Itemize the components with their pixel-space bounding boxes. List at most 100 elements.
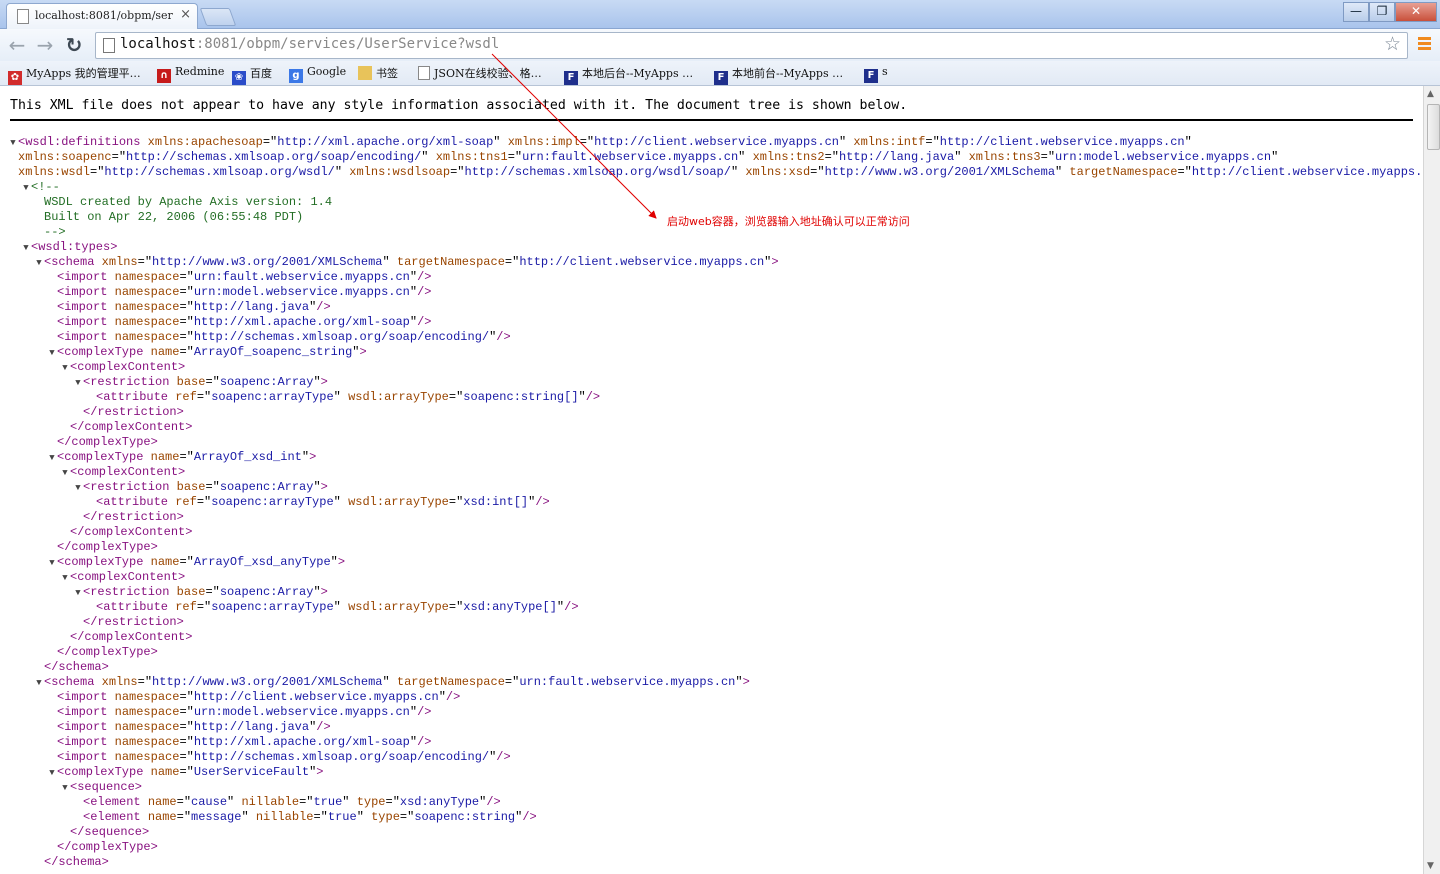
bookmark-item[interactable]: ∩ Redmine — [157, 65, 224, 83]
window-minimize-button[interactable]: — — [1343, 2, 1369, 22]
bookmark-item[interactable]: 书签 — [358, 65, 398, 81]
xml-token: =" — [925, 135, 940, 149]
xml-line: <import namespace="http://lang.java"/> — [8, 720, 1418, 735]
xml-token: <attribute — [96, 495, 169, 509]
collapse-arrow-icon[interactable]: ▼ — [47, 556, 57, 571]
browser-menu-icon[interactable] — [1418, 37, 1431, 52]
collapse-arrow-icon[interactable]: ▼ — [21, 181, 31, 196]
collapse-arrow-icon[interactable]: ▼ — [21, 241, 31, 256]
xml-token: xsd:anyType[] — [463, 600, 557, 614]
xml-token: UserServiceFault — [193, 765, 310, 779]
collapse-arrow-icon[interactable]: ▼ — [60, 466, 70, 481]
collapse-arrow-icon[interactable]: ▼ — [60, 361, 70, 376]
collapse-arrow-icon[interactable]: ▼ — [34, 256, 44, 271]
xml-token: > — [320, 585, 328, 599]
xml-token: </restriction> — [83, 510, 184, 524]
xml-token: ArrayOf_xsd_anyType — [193, 555, 331, 569]
collapse-arrow-icon[interactable]: ▼ — [47, 346, 57, 361]
xml-token: soapenc:arrayType — [211, 600, 334, 614]
page-icon — [103, 38, 115, 53]
vertical-scrollbar[interactable]: ▲ ▼ — [1423, 86, 1440, 874]
bookmark-item[interactable]: F 本地后台--MyApps … — [564, 65, 693, 85]
reload-button[interactable]: ↻ — [62, 33, 86, 57]
xml-line: ▼ <schema xmlns="http://www.w3.org/2001/X… — [8, 675, 1418, 690]
xml-token: =" — [504, 255, 520, 269]
bookmark-item[interactable]: JSON在线校验、格… — [418, 65, 542, 81]
xml-token: base — [176, 585, 206, 599]
bookmark-item[interactable]: Fs — [864, 65, 888, 83]
xml-token: true — [313, 795, 343, 809]
xml-token: =" — [179, 720, 194, 734]
xml-token: http://schemas.xmlsoap.org/wsdl/ — [104, 165, 335, 179]
xml-token: " — [738, 150, 753, 164]
collapse-arrow-icon[interactable]: ▼ — [73, 586, 83, 601]
xml-token: =" — [205, 585, 220, 599]
xml-line: <import namespace="urn:model.webservice.… — [8, 705, 1418, 720]
baidu-icon: ❀ — [232, 71, 246, 85]
url-host: localhost — [120, 36, 196, 52]
bookmark-item[interactable]: ✿ MyApps 我的管理平… — [8, 65, 141, 85]
xml-token: > — [320, 480, 328, 494]
bookmarks-bar: ✿ MyApps 我的管理平… ∩ Redmine ❀ 百度 g Google 书签 JSON在线… — [0, 61, 1440, 86]
browser-tab[interactable]: localhost:8081/obpm/ser × — [6, 3, 198, 29]
xml-token: </complexType> — [57, 840, 158, 854]
bookmark-item[interactable]: ❀ 百度 — [232, 65, 272, 85]
xml-token: /> — [417, 705, 432, 719]
collapse-arrow-icon[interactable]: ▼ — [73, 481, 83, 496]
xml-token: xmlns:soapenc — [18, 150, 112, 164]
xml-tree: ▼ <wsdl:definitions xmlns:apachesoap="htt… — [8, 135, 1423, 870]
xml-token: soapenc:string — [414, 810, 516, 824]
xml-line: </schema> — [8, 660, 1418, 675]
xml-token: http://client.webservice.myapps.cn — [1191, 165, 1423, 179]
xml-token: http://schemas.xmlsoap.org/soap/encoding… — [126, 150, 422, 164]
bookmark-star-icon[interactable]: ☆ — [1384, 33, 1401, 55]
collapse-arrow-icon[interactable]: ▼ — [60, 571, 70, 586]
scrollbar-thumb[interactable] — [1427, 104, 1440, 150]
xml-token: xsd:anyType — [399, 795, 480, 809]
xml-token — [107, 690, 114, 704]
xml-token: </complexContent> — [70, 420, 193, 434]
collapse-arrow-icon[interactable]: ▼ — [73, 376, 83, 391]
xml-token: xmlns:tns3 — [968, 150, 1041, 164]
address-bar[interactable]: localhost:8081/obpm/services/UserService… — [95, 32, 1408, 59]
google-icon: g — [289, 69, 303, 83]
tab-close-icon[interactable]: × — [180, 7, 191, 22]
back-button[interactable]: ← — [5, 33, 29, 57]
xml-token: " — [578, 390, 586, 404]
url-path: :8081/obpm/services/UserService?wsdl — [195, 36, 500, 52]
collapse-arrow-icon[interactable]: ▼ — [8, 136, 18, 151]
collapse-arrow-icon[interactable]: ▼ — [60, 781, 70, 796]
bookmark-item[interactable]: F 本地前台--MyApps … — [714, 65, 843, 85]
scroll-up-icon[interactable]: ▲ — [1427, 89, 1434, 99]
xml-token — [107, 315, 114, 329]
xml-token: http://www.w3.org/2001/XMLSchema — [824, 165, 1056, 179]
xml-token: =" — [179, 555, 194, 569]
xml-token: type — [371, 810, 400, 824]
collapse-arrow-icon[interactable]: ▼ — [34, 676, 44, 691]
xml-token: =" — [179, 750, 194, 764]
bookmark-item[interactable]: g Google — [289, 65, 346, 83]
collapse-arrow-icon[interactable]: ▼ — [47, 451, 57, 466]
xml-token: </restriction> — [83, 405, 184, 419]
xml-token: /> — [316, 300, 331, 314]
browser-toolbar: ← → ↻ localhost:8081/obpm/services/UserS… — [0, 29, 1440, 61]
scroll-down-icon[interactable]: ▼ — [1427, 861, 1434, 871]
collapse-arrow-icon[interactable]: ▼ — [47, 766, 57, 781]
forward-button[interactable]: → — [33, 33, 57, 57]
xml-token: namespace — [114, 300, 180, 314]
xml-token: namespace — [114, 750, 180, 764]
xml-token: " — [409, 705, 418, 719]
xml-token — [107, 270, 114, 284]
xml-token: namespace — [114, 315, 180, 329]
url-text[interactable]: localhost:8081/obpm/services/UserService… — [120, 36, 499, 52]
xml-token: targetNamespace — [396, 255, 505, 269]
new-tab-button[interactable] — [199, 8, 237, 26]
xml-line: ▼ <complexContent> — [8, 570, 1418, 585]
xml-line: ▼ <!-- — [8, 180, 1418, 195]
window-restore-button[interactable]: ❐ — [1369, 2, 1395, 22]
xml-token: " — [241, 810, 256, 824]
window-close-button[interactable]: ✕ — [1395, 2, 1437, 22]
xml-token: ref — [175, 495, 197, 509]
